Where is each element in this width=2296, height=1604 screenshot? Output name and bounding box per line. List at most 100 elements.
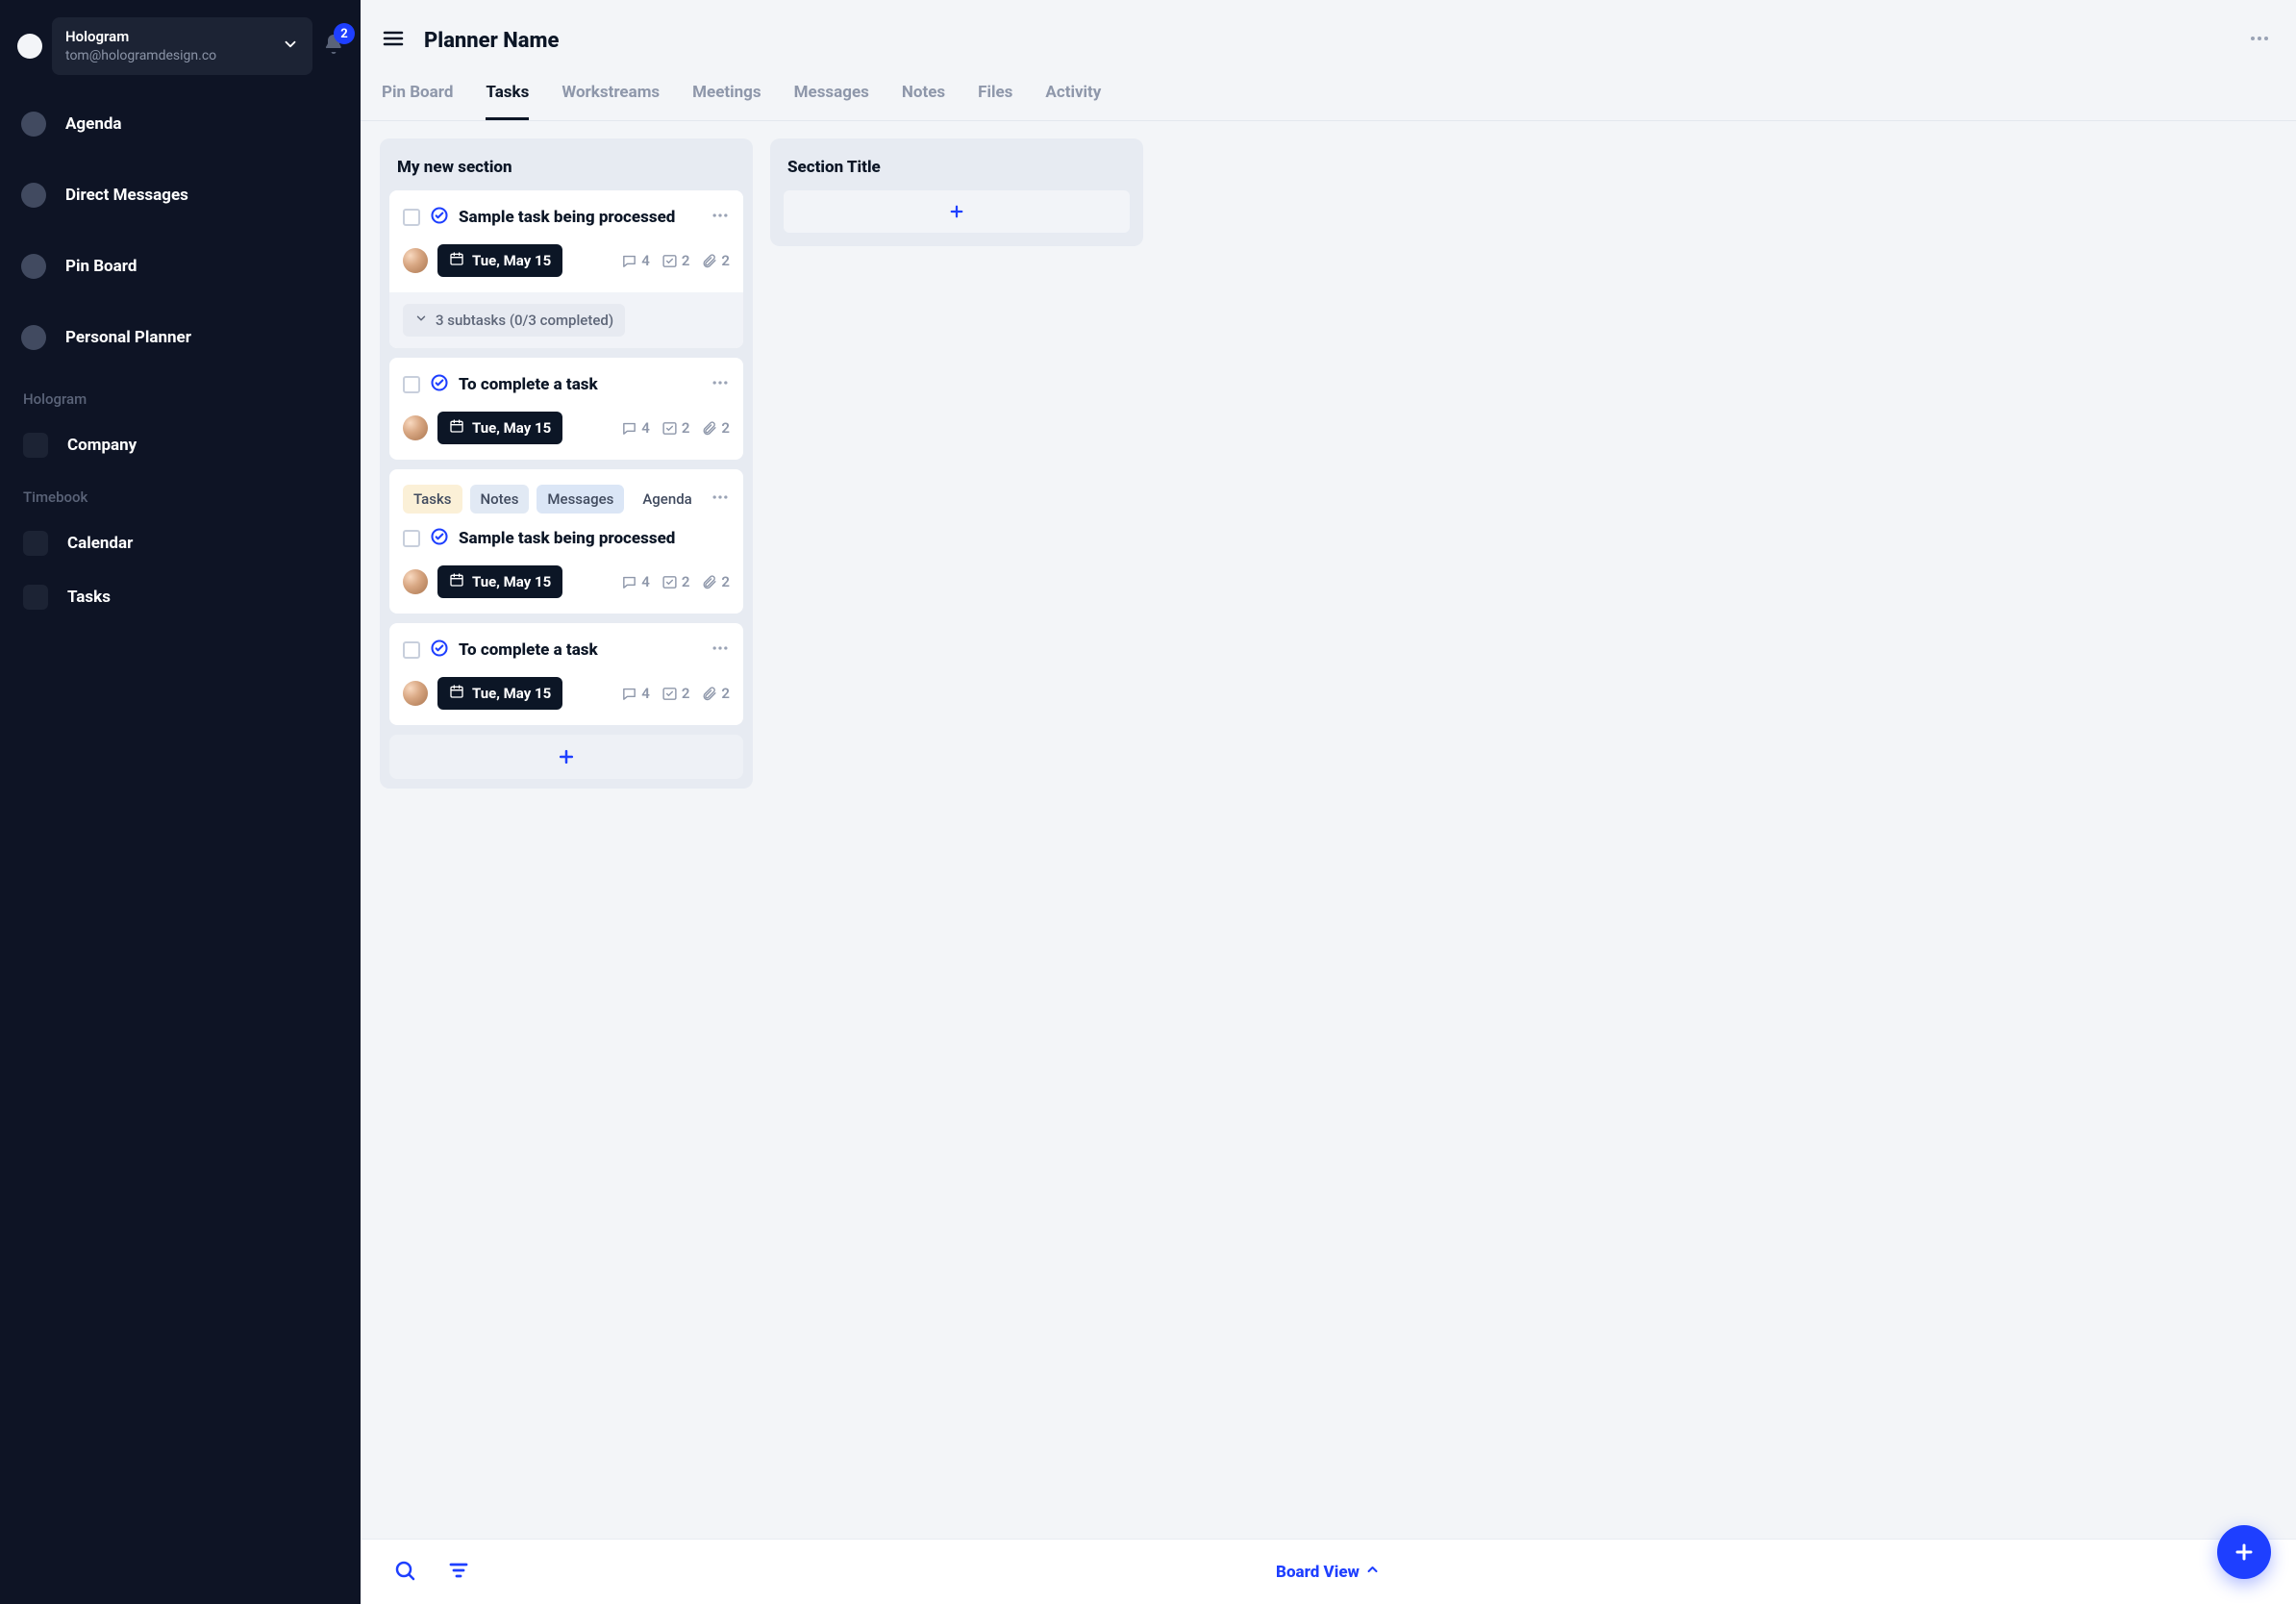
sidebar-item-pin-board[interactable]: Pin Board (17, 244, 345, 288)
task-card[interactable]: Sample task being processed (389, 190, 743, 348)
due-date[interactable]: Tue, May 15 (437, 677, 562, 710)
notifications-button[interactable]: 2 (322, 33, 345, 60)
sidebar-item-agenda[interactable]: Agenda (17, 102, 345, 146)
group-header-timebook: Timebook (17, 485, 345, 510)
more-options-button[interactable] (2244, 23, 2275, 58)
task-tag[interactable]: Messages (537, 485, 624, 514)
checklist-counter[interactable]: 2 (661, 419, 690, 437)
group-header-hologram: Hologram (17, 387, 345, 412)
task-title: Sample task being processed (459, 529, 730, 548)
project-icon (23, 585, 48, 610)
subtasks-toggle[interactable]: 3 subtasks (0/3 completed) (403, 304, 625, 337)
tab-tasks[interactable]: Tasks (486, 83, 529, 120)
nav-dot-icon (21, 325, 46, 350)
board-column: Section Title (770, 138, 1143, 246)
chevron-up-icon (1365, 1562, 1381, 1582)
workspace-email: tom@hologramdesign.co (65, 48, 216, 65)
task-title: To complete a task (459, 640, 701, 660)
status-in-progress-icon (430, 373, 449, 396)
comments-counter[interactable]: 4 (621, 573, 650, 590)
attachments-counter[interactable]: 2 (701, 419, 730, 437)
sidebar-item-direct-messages[interactable]: Direct Messages (17, 173, 345, 217)
workspace-switcher[interactable]: Hologram tom@hologramdesign.co (52, 17, 312, 75)
tabs: Pin Board Tasks Workstreams Meetings Mes… (382, 83, 2275, 120)
tab-notes[interactable]: Notes (902, 83, 945, 120)
notification-badge: 2 (334, 23, 355, 44)
group-item-tasks[interactable]: Tasks (17, 577, 345, 617)
column-title[interactable]: My new section (389, 148, 743, 190)
filter-button[interactable] (447, 1559, 470, 1586)
workspace-name: Hologram (65, 28, 216, 46)
calendar-icon (449, 418, 464, 438)
chevron-down-icon (414, 312, 428, 329)
bell-icon (322, 41, 345, 60)
calendar-icon (449, 251, 464, 270)
board-column: My new section Sample task being process… (380, 138, 753, 789)
assignee-avatar[interactable] (403, 569, 428, 594)
task-checkbox[interactable] (403, 376, 420, 393)
status-in-progress-icon (430, 206, 449, 229)
fab-add-button[interactable] (2217, 1525, 2271, 1579)
assignee-avatar[interactable] (403, 415, 428, 440)
due-date[interactable]: Tue, May 15 (437, 244, 562, 277)
comments-counter[interactable]: 4 (621, 419, 650, 437)
card-more-button[interactable] (711, 639, 730, 662)
project-icon (23, 433, 48, 458)
tab-meetings[interactable]: Meetings (692, 83, 761, 120)
task-tag[interactable]: Agenda (632, 485, 702, 514)
comments-counter[interactable]: 4 (621, 252, 650, 269)
task-card[interactable]: Tasks Notes Messages Agenda (389, 469, 743, 614)
task-tag[interactable]: Notes (470, 485, 530, 514)
tab-activity[interactable]: Activity (1045, 83, 1101, 120)
checklist-counter[interactable]: 2 (661, 252, 690, 269)
main-content: Planner Name Pin Board Tasks Workstreams… (361, 0, 2296, 1604)
attachments-counter[interactable]: 2 (701, 573, 730, 590)
tab-messages[interactable]: Messages (794, 83, 869, 120)
task-title: Sample task being processed (459, 208, 701, 227)
task-card[interactable]: To complete a task Tue, May (389, 623, 743, 725)
task-tag[interactable]: Tasks (403, 485, 462, 514)
nav-dot-icon (21, 254, 46, 279)
topbar: Planner Name Pin Board Tasks Workstreams… (361, 0, 2296, 121)
page-title: Planner Name (424, 29, 2225, 53)
group-item-calendar[interactable]: Calendar (17, 523, 345, 564)
tab-workstreams[interactable]: Workstreams (562, 83, 660, 120)
due-date[interactable]: Tue, May 15 (437, 565, 562, 598)
card-more-button[interactable] (711, 373, 730, 396)
view-switcher[interactable]: Board View (1276, 1562, 1381, 1582)
add-card-button[interactable] (784, 190, 1130, 233)
checklist-counter[interactable]: 2 (661, 685, 690, 702)
search-button[interactable] (393, 1559, 416, 1586)
due-date[interactable]: Tue, May 15 (437, 412, 562, 444)
menu-icon[interactable] (382, 27, 405, 54)
card-more-button[interactable] (711, 488, 730, 511)
sidebar-item-personal-planner[interactable]: Personal Planner (17, 315, 345, 360)
assignee-avatar[interactable] (403, 681, 428, 706)
nav-dot-icon (21, 183, 46, 208)
group-item-company[interactable]: Company (17, 425, 345, 465)
tab-files[interactable]: Files (978, 83, 1012, 120)
sidebar: Hologram tom@hologramdesign.co 2 Agenda … (0, 0, 361, 1604)
comments-counter[interactable]: 4 (621, 685, 650, 702)
board: My new section Sample task being process… (361, 121, 2296, 1539)
add-card-button[interactable] (389, 735, 743, 779)
checklist-counter[interactable]: 2 (661, 573, 690, 590)
task-title: To complete a task (459, 375, 701, 394)
assignee-avatar[interactable] (403, 248, 428, 273)
nav-dot-icon (21, 112, 46, 137)
attachments-counter[interactable]: 2 (701, 685, 730, 702)
calendar-icon (449, 572, 464, 591)
task-card[interactable]: To complete a task Tue, May (389, 358, 743, 460)
task-checkbox[interactable] (403, 641, 420, 659)
column-title[interactable]: Section Title (780, 148, 1134, 190)
chevron-down-icon (282, 36, 299, 57)
calendar-icon (449, 684, 464, 703)
tab-pin-board[interactable]: Pin Board (382, 83, 453, 120)
user-avatar[interactable] (17, 34, 42, 59)
card-more-button[interactable] (711, 206, 730, 229)
task-checkbox[interactable] (403, 209, 420, 226)
bottom-bar: Board View (361, 1539, 2296, 1604)
attachments-counter[interactable]: 2 (701, 252, 730, 269)
task-checkbox[interactable] (403, 530, 420, 547)
status-in-progress-icon (430, 639, 449, 662)
